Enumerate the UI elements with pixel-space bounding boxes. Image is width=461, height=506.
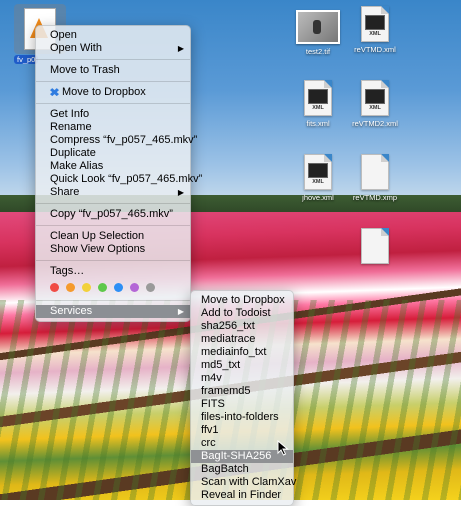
tag-color-row [36,278,190,296]
image-thumbnail-icon [296,10,340,44]
menu-divider [36,300,190,301]
menu-item-copy[interactable]: Copy “fv_p057_465.mkv” [36,208,190,221]
service-files-into-folders[interactable]: files-into-folders [191,411,293,424]
tag-yellow-dot[interactable] [82,282,91,292]
menu-item-move-to-dropbox[interactable]: Move to Dropbox [36,86,190,99]
tag-orange-dot[interactable] [66,282,75,292]
service-bagbatch[interactable]: BagBatch [191,463,293,476]
menu-divider [36,81,190,82]
service-scan-with-clamxav[interactable]: Scan with ClamXav [191,476,296,489]
tag-green-dot[interactable] [98,282,107,292]
desktop-icon-label: reVTMD.xml [354,45,396,54]
submenu-arrow-icon: ▶ [177,44,184,53]
dropbox-icon [50,88,59,97]
service-move-to-dropbox[interactable]: Move to Dropbox [191,294,293,307]
menu-divider [36,225,190,226]
menu-item-rename[interactable]: Rename [36,121,190,134]
mouse-pointer-icon [277,440,289,456]
service-md5-txt[interactable]: md5_txt [191,359,293,372]
service-mediatrace[interactable]: mediatrace [191,333,293,346]
menu-item-open-with[interactable]: Open With ▶ [36,42,190,55]
service-reveal-in-finder[interactable]: Reveal in Finder [191,489,293,502]
context-menu: Open Open With ▶ Move to Trash Move to Dr… [35,25,202,322]
service-sha256-txt[interactable]: sha256_txt [191,320,293,333]
menu-item-quick-look[interactable]: Quick Look “fv_p057_465.mkv” [36,173,202,186]
xml-file-icon: XML [361,6,389,42]
menu-item-open[interactable]: Open [36,29,190,42]
desktop-icon-revtmd-xmp[interactable]: reVTMD.xmp [340,154,410,202]
xml-file-icon: XML [304,154,332,190]
menu-item-duplicate[interactable]: Duplicate [36,147,190,160]
submenu-arrow-icon: ▶ [177,188,184,197]
service-add-to-todoist[interactable]: Add to Todoist [191,307,293,320]
menu-item-make-alias[interactable]: Make Alias [36,160,190,173]
menu-item-share[interactable]: Share ▶ [36,186,190,199]
service-m4v[interactable]: m4v [191,372,293,385]
xml-file-icon: XML [304,80,332,116]
menu-item-clean-up-selection[interactable]: Clean Up Selection [36,230,190,243]
menu-divider [36,203,190,204]
desktop-icon-label: reVTMD.xmp [352,193,398,202]
menu-item-services[interactable]: Services ▶ [36,305,190,318]
services-submenu: Move to Dropbox Add to Todoist sha256_tx… [190,290,296,506]
blank-file-icon [361,154,389,190]
desktop-icon-label: reVTMD2.xml [352,119,398,128]
desktop-icon-revtmd-xml[interactable]: XML reVTMD.xml [340,6,410,54]
menu-item-compress[interactable]: Compress “fv_p057_465.mkv” [36,134,197,147]
menu-divider [36,260,190,261]
tag-blue-dot[interactable] [114,282,123,292]
menu-divider [36,59,190,60]
menu-item-tags[interactable]: Tags… [36,265,190,278]
service-mediainfo-txt[interactable]: mediainfo_txt [191,346,293,359]
service-ffv1[interactable]: ffv1 [191,424,293,437]
blank-file-icon [361,228,389,264]
tag-red-dot[interactable] [50,282,59,292]
menu-item-get-info[interactable]: Get Info [36,108,190,121]
menu-item-move-to-trash[interactable]: Move to Trash [36,64,190,77]
submenu-arrow-icon: ▶ [177,307,184,316]
desktop-icon-revtmd2-xml[interactable]: XML reVTMD2.xml [340,80,410,128]
menu-divider [36,103,190,104]
service-framemd5[interactable]: framemd5 [191,385,293,398]
desktop-icon-blank[interactable] [340,228,410,267]
tag-gray-dot[interactable] [146,282,155,292]
xml-file-icon: XML [361,80,389,116]
tag-purple-dot[interactable] [130,282,139,292]
service-fits[interactable]: FITS [191,398,293,411]
menu-item-show-view-options[interactable]: Show View Options [36,243,190,256]
